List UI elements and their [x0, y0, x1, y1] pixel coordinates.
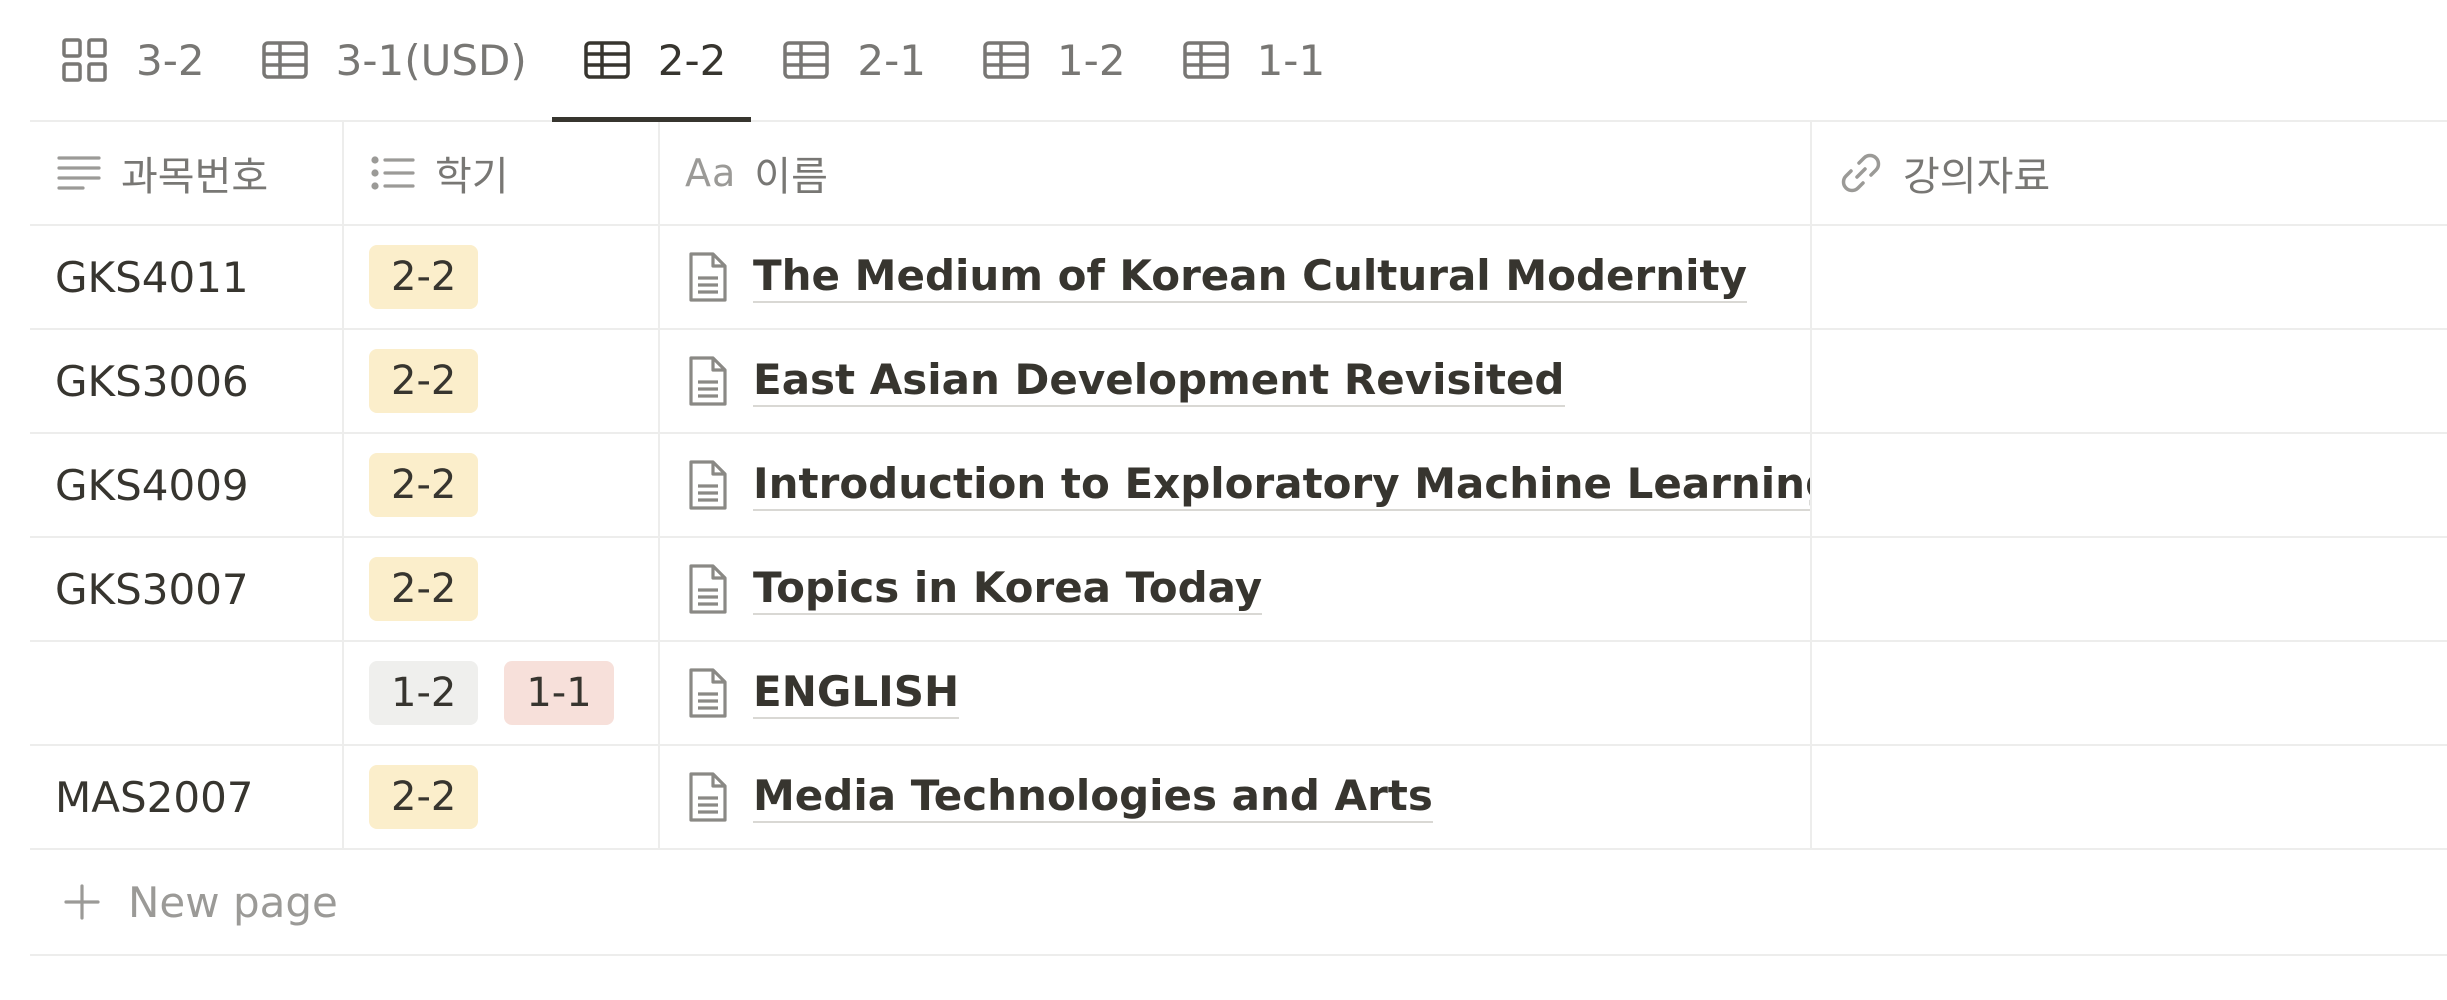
semester-tag: 2-2	[369, 557, 479, 621]
semester-tag: 1-2	[369, 661, 479, 725]
tab-2-1[interactable]: 2-1	[751, 0, 951, 120]
column-header-code[interactable]: 과목번호	[30, 122, 344, 224]
tab-label: 3-1(USD)	[335, 35, 527, 85]
cell-name[interactable]: East Asian Development Revisited	[660, 330, 1812, 432]
cell-semester[interactable]: 2-2	[344, 538, 660, 640]
tab-3-2[interactable]: 3-2	[30, 0, 230, 120]
page-title-link[interactable]: East Asian Development Revisited	[753, 355, 1565, 407]
page-title-link[interactable]: Topics in Korea Today	[753, 563, 1263, 615]
plus-icon	[60, 880, 104, 924]
tab-label: 1-1	[1256, 35, 1326, 85]
course-code: GKS4011	[55, 252, 249, 302]
cell-materials[interactable]	[1812, 642, 2447, 744]
page-icon	[685, 562, 731, 616]
page-title-link[interactable]: Media Technologies and Arts	[753, 771, 1433, 823]
cell-materials[interactable]	[1812, 538, 2447, 640]
page-icon	[685, 770, 731, 824]
new-page-button[interactable]: New page	[30, 850, 2447, 956]
course-code: MAS2007	[55, 772, 254, 822]
new-page-label: New page	[128, 877, 338, 927]
title-property-icon: Aa	[685, 151, 737, 195]
cell-code[interactable]: GKS4009	[30, 434, 344, 536]
list-icon	[369, 149, 417, 197]
cell-semester[interactable]: 2-2	[344, 226, 660, 328]
table-row[interactable]: 1-2 1-1 ENGLISH	[30, 642, 2447, 746]
page-icon	[685, 666, 731, 720]
column-label: 강의자료	[1903, 154, 2051, 200]
cell-code[interactable]: GKS4011	[30, 226, 344, 328]
cell-name[interactable]: ENGLISH	[660, 642, 1812, 744]
column-header-materials[interactable]: 강의자료	[1812, 122, 2447, 224]
database-table: 과목번호 학기 Aa 이름 강의자료 GKS4011 2-2 The Mediu…	[30, 122, 2447, 956]
tab-label: 2-1	[857, 35, 926, 85]
column-header-name[interactable]: Aa 이름	[660, 122, 1812, 224]
cell-code[interactable]	[30, 642, 344, 744]
column-label: 이름	[754, 154, 828, 200]
page-title-link[interactable]: The Medium of Korean Cultural Modernity	[753, 251, 1747, 303]
cell-semester[interactable]: 2-2	[344, 434, 660, 536]
table-icon	[981, 35, 1031, 85]
cell-name[interactable]: Media Technologies and Arts	[660, 746, 1812, 848]
cell-name[interactable]: Topics in Korea Today	[660, 538, 1812, 640]
tab-3-1-usd[interactable]: 3-1(USD)	[230, 0, 552, 120]
page-icon	[685, 250, 731, 304]
view-tabs: 3-2 3-1(USD) 2-2 2-1 1-2 1-1	[30, 0, 2447, 122]
cell-code[interactable]: GKS3006	[30, 330, 344, 432]
cell-materials[interactable]	[1812, 746, 2447, 848]
tab-2-2[interactable]: 2-2	[551, 0, 752, 122]
table-row[interactable]: GKS3007 2-2 Topics in Korea Today	[30, 538, 2447, 642]
link-icon	[1837, 149, 1885, 197]
table-row[interactable]: GKS4011 2-2 The Medium of Korean Cultura…	[30, 226, 2447, 330]
cell-materials[interactable]	[1812, 226, 2447, 328]
table-icon	[781, 35, 831, 85]
course-code: GKS3006	[55, 356, 249, 406]
table-row[interactable]: GKS4009 2-2 Introduction to Exploratory …	[30, 434, 2447, 538]
table-icon	[1181, 35, 1231, 85]
tab-label: 2-2	[657, 35, 727, 85]
semester-tag: 2-2	[369, 453, 479, 517]
cell-name[interactable]: The Medium of Korean Cultural Modernity	[660, 226, 1812, 328]
cell-name[interactable]: Introduction to Exploratory Machine Lear…	[660, 434, 1812, 536]
semester-tag: 1-1	[504, 661, 614, 725]
column-label: 과목번호	[121, 154, 269, 200]
course-code: GKS4009	[55, 460, 249, 510]
tab-label: 3-2	[136, 35, 205, 85]
column-label: 학기	[435, 154, 509, 200]
cell-materials[interactable]	[1812, 330, 2447, 432]
page-title-link[interactable]: ENGLISH	[753, 667, 960, 719]
table-row[interactable]: GKS3006 2-2 East Asian Development Revis…	[30, 330, 2447, 434]
page-icon	[685, 354, 731, 408]
cell-materials[interactable]	[1812, 434, 2447, 536]
tab-label: 1-2	[1056, 35, 1126, 85]
board-icon	[60, 35, 110, 85]
cell-code[interactable]: MAS2007	[30, 746, 344, 848]
semester-tag: 2-2	[369, 349, 479, 413]
table-icon	[260, 35, 310, 85]
cell-semester[interactable]: 2-2	[344, 746, 660, 848]
page-title-link[interactable]: Introduction to Exploratory Machine Lear…	[753, 459, 1810, 511]
column-header-semester[interactable]: 학기	[344, 122, 660, 224]
cell-semester[interactable]: 2-2	[344, 330, 660, 432]
database-view: 3-2 3-1(USD) 2-2 2-1 1-2 1-1 과목번호 학기 Aa …	[0, 0, 2447, 1000]
page-icon	[685, 458, 731, 512]
tab-1-2[interactable]: 1-2	[951, 0, 1151, 120]
tab-1-1[interactable]: 1-1	[1151, 0, 1351, 120]
table-header: 과목번호 학기 Aa 이름 강의자료	[30, 122, 2447, 226]
semester-tag: 2-2	[369, 765, 479, 829]
table-row[interactable]: MAS2007 2-2 Media Technologies and Arts	[30, 746, 2447, 850]
cell-semester[interactable]: 1-2 1-1	[344, 642, 660, 744]
cell-code[interactable]: GKS3007	[30, 538, 344, 640]
table-icon	[582, 35, 632, 85]
text-lines-icon	[55, 149, 103, 197]
semester-tag: 2-2	[369, 245, 479, 309]
course-code: GKS3007	[55, 564, 249, 614]
